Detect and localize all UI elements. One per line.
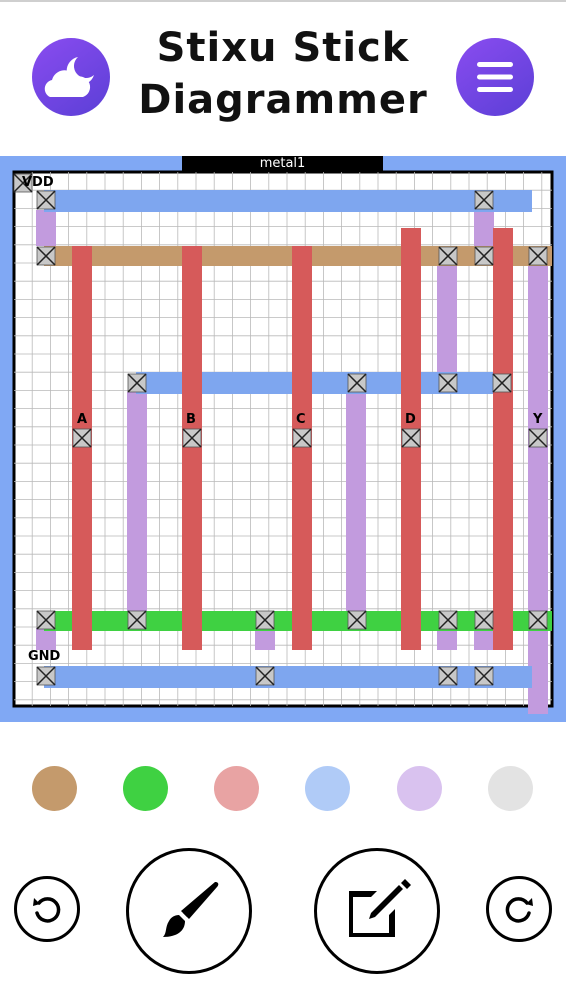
redo-button[interactable] — [486, 876, 552, 942]
theme-toggle-button[interactable] — [32, 38, 110, 116]
contact-marker — [255, 610, 275, 630]
undo-icon — [33, 897, 61, 923]
top-divider — [0, 0, 566, 2]
swatch-eraser[interactable] — [488, 766, 533, 811]
contact-marker — [474, 666, 494, 686]
vdd-label: VDD — [22, 175, 54, 190]
edit-tool-button[interactable] — [314, 848, 440, 974]
input-a-label: A — [77, 412, 87, 427]
metal2-stick — [528, 262, 548, 714]
contact-marker — [36, 666, 56, 686]
contact-marker — [474, 246, 494, 266]
contact-marker — [438, 373, 458, 393]
color-palette — [0, 766, 566, 812]
contact-marker — [347, 610, 367, 630]
input-b-label: B — [186, 412, 196, 427]
contact-marker — [474, 190, 494, 210]
moon-cloud-icon — [44, 57, 94, 97]
contact-marker — [72, 428, 92, 448]
metal2-stick — [127, 392, 147, 612]
poly-gate-stick — [292, 246, 312, 650]
input-d-label: D — [405, 412, 416, 427]
contact-marker — [438, 246, 458, 266]
input-c-label: C — [296, 412, 306, 427]
redo-icon — [505, 897, 533, 923]
metal2-stick — [474, 210, 494, 246]
stick-diagram-canvas[interactable]: VDD GND A B C D Y — [0, 156, 566, 722]
contact-marker — [492, 373, 512, 393]
menu-button[interactable] — [456, 38, 534, 116]
output-y-label: Y — [532, 412, 543, 427]
poly-gate-stick — [72, 246, 92, 650]
contact-marker — [182, 428, 202, 448]
metal2-stick — [346, 392, 366, 612]
metal2-stick — [36, 628, 56, 650]
swatch-metal2[interactable] — [397, 766, 442, 811]
metal2-stick — [474, 628, 494, 650]
app-title-line1: Stixu Stick — [156, 25, 410, 71]
contact-marker — [347, 373, 367, 393]
contact-marker — [528, 246, 548, 266]
hamburger-icon — [477, 62, 513, 92]
metal2-stick — [437, 628, 457, 650]
contact-marker — [474, 610, 494, 630]
metal2-stick — [36, 210, 56, 246]
contact-marker — [292, 428, 312, 448]
gnd-rail — [44, 666, 532, 688]
contact-marker — [438, 666, 458, 686]
poly-gate-stick — [182, 246, 202, 650]
contact-marker — [127, 610, 147, 630]
undo-button[interactable] — [14, 876, 80, 942]
contact-marker — [36, 246, 56, 266]
swatch-p-diffusion[interactable] — [32, 766, 77, 811]
contact-marker — [528, 610, 548, 630]
contact-marker — [255, 666, 275, 686]
paint-tool-button[interactable] — [126, 848, 252, 974]
swatch-metal1[interactable] — [305, 766, 350, 811]
metal2-stick — [437, 262, 457, 372]
contact-marker — [401, 428, 421, 448]
edit-icon — [349, 879, 411, 937]
app-title: Stixu Stick Diagrammer — [120, 22, 446, 126]
swatch-polysilicon[interactable] — [214, 766, 259, 811]
gnd-label: GND — [28, 649, 61, 664]
contact-marker — [528, 428, 548, 448]
poly-gate-stick — [493, 228, 513, 650]
app-title-line2: Diagrammer — [138, 77, 428, 123]
vdd-rail — [44, 190, 532, 212]
active-layer-tab: metal1 — [182, 156, 383, 172]
metal2-stick — [255, 628, 275, 650]
contact-marker — [36, 190, 56, 210]
contact-marker — [127, 373, 147, 393]
paintbrush-icon — [163, 882, 219, 937]
swatch-n-diffusion[interactable] — [123, 766, 168, 811]
contact-marker — [36, 610, 56, 630]
contact-marker — [438, 610, 458, 630]
